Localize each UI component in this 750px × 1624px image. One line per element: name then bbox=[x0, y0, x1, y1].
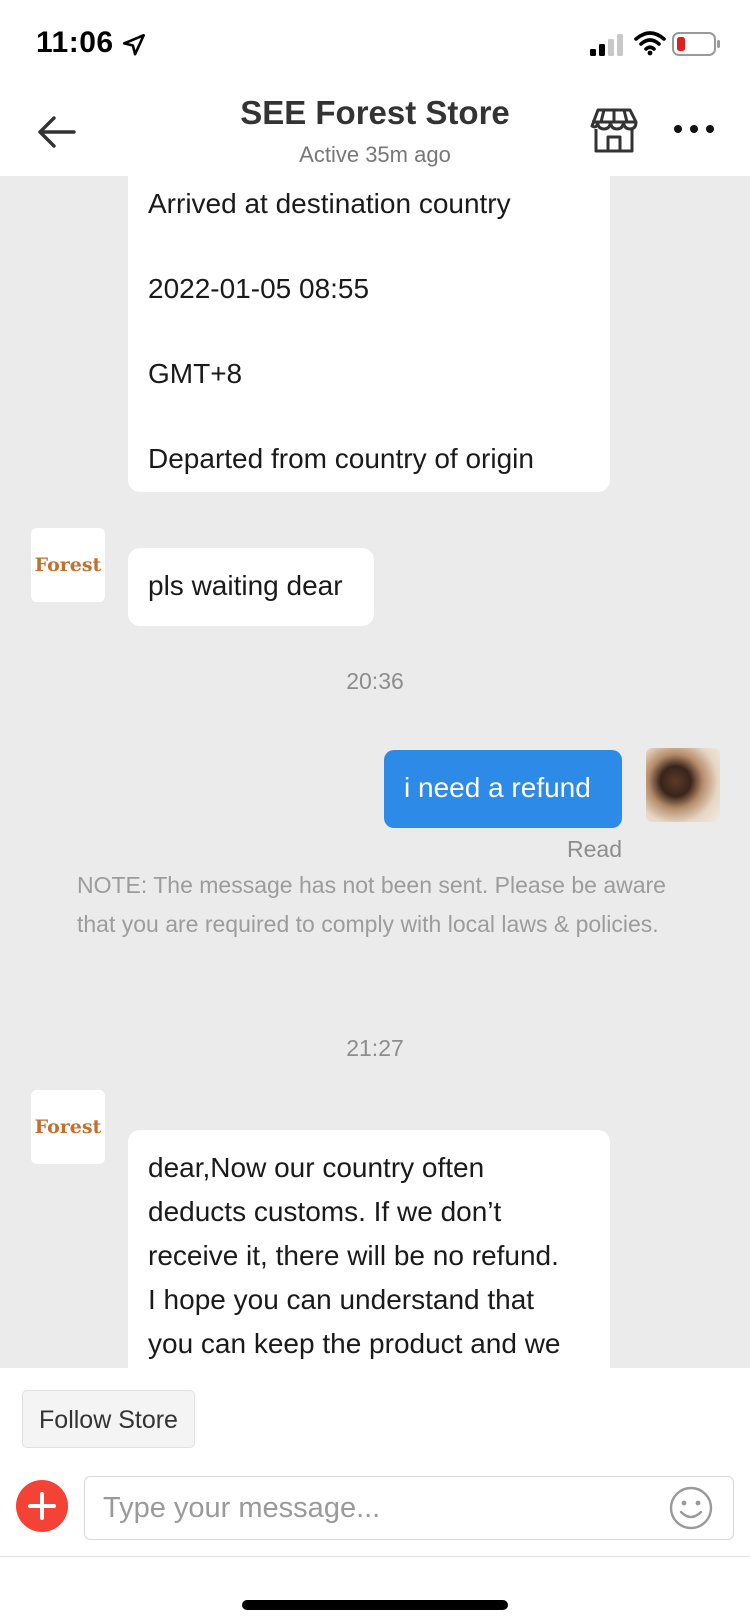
tracking-line: Departed from country of origin bbox=[148, 443, 534, 474]
status-time: 11:06 bbox=[36, 26, 114, 59]
battery-low-icon bbox=[672, 32, 720, 56]
message-timestamp: 20:36 bbox=[346, 668, 404, 694]
tracking-line: 2022-01-05 08:55 bbox=[148, 273, 370, 304]
tracking-line: GMT+8 bbox=[148, 358, 243, 389]
message-line: dear,Now our country often bbox=[148, 1152, 485, 1183]
store-message-long: dear,Now our country often deducts custo… bbox=[128, 1130, 610, 1368]
cellular-signal-icon bbox=[590, 34, 623, 56]
message-input[interactable] bbox=[84, 1476, 734, 1540]
store-logo-text: Forest bbox=[34, 554, 102, 576]
back-arrow-icon[interactable] bbox=[34, 110, 78, 154]
message-line: you can keep the product and we bbox=[148, 1328, 561, 1359]
chat-composer: Follow Store bbox=[0, 1368, 750, 1624]
active-status: Active 35m ago bbox=[299, 142, 451, 167]
store-avatar[interactable]: Forest bbox=[31, 528, 105, 602]
user-avatar[interactable] bbox=[646, 748, 720, 822]
message-timestamp: 21:27 bbox=[346, 1035, 404, 1061]
store-logo-text: Forest bbox=[34, 1116, 102, 1138]
chat-header: SEE Forest Store Active 35m ago bbox=[0, 88, 750, 176]
store-message-tracking: Arrived at destination country 2022-01-0… bbox=[128, 176, 610, 492]
footer-divider bbox=[0, 1556, 750, 1557]
user-message: i need a refund bbox=[384, 750, 622, 828]
status-bar: 11:06 bbox=[0, 0, 750, 88]
more-icon[interactable] bbox=[672, 116, 716, 142]
message-line: receive it, there will be no refund. bbox=[148, 1240, 559, 1271]
unsent-note: NOTE: The message has not been sent. Ple… bbox=[77, 872, 666, 937]
emoji-icon[interactable] bbox=[668, 1485, 714, 1531]
message-line: deducts customs. If we don’t bbox=[148, 1196, 502, 1227]
store-avatar[interactable]: Forest bbox=[31, 1090, 105, 1164]
message-line: I hope you can understand that bbox=[148, 1284, 535, 1315]
add-attachment-icon[interactable] bbox=[16, 1480, 68, 1532]
storefront-icon[interactable] bbox=[588, 104, 640, 156]
read-receipt: Read bbox=[567, 836, 622, 862]
wifi-icon bbox=[634, 31, 666, 56]
tracking-line: Arrived at destination country bbox=[148, 188, 511, 219]
chat-message-list[interactable]: Arrived at destination country 2022-01-0… bbox=[0, 176, 750, 1368]
location-arrow-icon bbox=[122, 33, 146, 56]
store-message: pls waiting dear bbox=[128, 548, 374, 626]
store-name-title: SEE Forest Store bbox=[240, 94, 510, 131]
home-indicator[interactable] bbox=[242, 1600, 508, 1610]
follow-store-button[interactable]: Follow Store bbox=[22, 1390, 195, 1448]
